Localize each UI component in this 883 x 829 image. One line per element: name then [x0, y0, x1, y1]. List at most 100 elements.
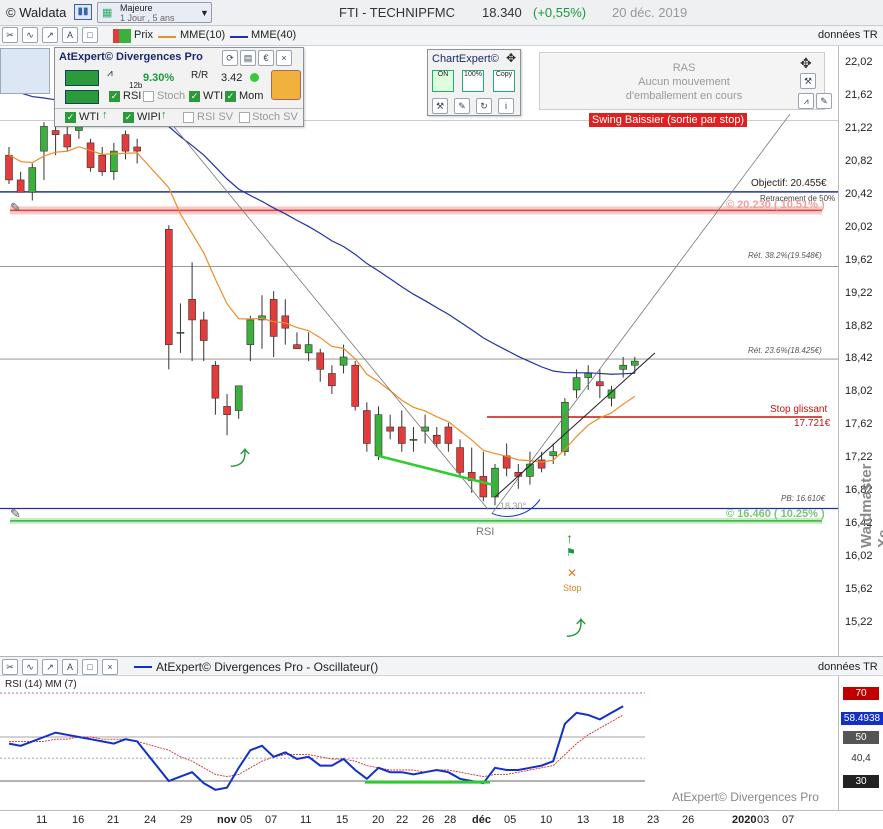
- info-icon[interactable]: i: [498, 98, 514, 114]
- stoch-check[interactable]: [143, 91, 154, 102]
- candle-body: [549, 451, 558, 457]
- on-button[interactable]: ON: [432, 70, 454, 92]
- pen-icon[interactable]: ✎: [10, 200, 21, 216]
- refresh-icon[interactable]: ⟳: [222, 50, 238, 66]
- price-tick: 17,62: [845, 418, 873, 431]
- prix-label: Prix: [134, 29, 153, 41]
- hammer-icon[interactable]: ⚒: [800, 73, 816, 89]
- edit-icon[interactable]: ✎: [816, 93, 832, 109]
- candle: [258, 295, 266, 349]
- candle-body: [619, 364, 627, 370]
- zigzag-icon-2[interactable]: ∿: [22, 659, 38, 675]
- copy-button[interactable]: Copy: [493, 70, 515, 92]
- move-icon[interactable]: ✥: [506, 51, 516, 65]
- trend-icon[interactable]: ↗: [42, 27, 58, 43]
- mom-check[interactable]: ✓: [225, 91, 236, 102]
- price-tick: 21,22: [845, 121, 873, 134]
- candle-icon[interactable]: [113, 29, 131, 43]
- candle-body: [479, 476, 488, 498]
- candle-body: [269, 299, 278, 337]
- period-title: Majeure: [120, 3, 153, 13]
- price: 18.340: [482, 5, 522, 20]
- text-icon-2[interactable]: A: [62, 659, 78, 675]
- pct-button[interactable]: 100%: [462, 70, 484, 92]
- rsi-marker: RSI: [476, 526, 495, 538]
- cycle-icon[interactable]: ↻: [476, 98, 492, 114]
- book-icon[interactable]: ▮▮: [74, 4, 92, 20]
- date-tick: 16: [72, 814, 85, 826]
- candle-body: [98, 154, 106, 173]
- candle: [607, 385, 616, 407]
- candle: [397, 410, 406, 452]
- rsisv-check[interactable]: [183, 112, 194, 123]
- candle: [363, 402, 371, 452]
- wave2-icon[interactable]: [65, 90, 99, 104]
- wrench-icon[interactable]: ⚒: [432, 98, 448, 114]
- channel-line: [494, 352, 656, 498]
- rsi-level-tag: 30: [843, 775, 879, 788]
- wipi-check[interactable]: ✓: [123, 112, 134, 123]
- candle-body: [456, 447, 464, 473]
- candle-body: [5, 154, 13, 181]
- tools-icon-2[interactable]: ✂: [2, 659, 18, 675]
- window-icon[interactable]: □: [82, 27, 98, 43]
- turn-arrow-icon: ⤴: [230, 448, 250, 470]
- price-tick: 18,02: [845, 385, 873, 398]
- date-tick: 05: [240, 814, 253, 826]
- chart-mini-icon[interactable]: ⩘: [798, 93, 814, 109]
- mme40-swatch: [230, 36, 248, 38]
- price-tick: 15,22: [845, 616, 873, 628]
- candle-body: [374, 414, 383, 457]
- date-tick: nov: [217, 814, 237, 826]
- candle: [223, 394, 231, 436]
- move-icon-2[interactable]: ✥: [800, 55, 812, 72]
- candle: [176, 303, 185, 353]
- bars-icon: ⩘: [107, 68, 113, 79]
- candle-body: [351, 364, 360, 407]
- chevron-down-icon[interactable]: ▼: [200, 8, 209, 18]
- candle: [479, 451, 488, 502]
- watermark: Waldmaster Xe: [858, 463, 883, 548]
- candle-body: [293, 344, 301, 350]
- close-icon[interactable]: ×: [276, 50, 292, 66]
- trend-icon-2[interactable]: ↗: [42, 659, 58, 675]
- candle-body: [16, 179, 25, 193]
- feather-icon[interactable]: [0, 48, 50, 94]
- osc-donnees: données TR: [818, 661, 878, 673]
- stop-value: 17.721€: [794, 418, 831, 429]
- wave-icon[interactable]: [65, 70, 99, 86]
- osc-swatch: [134, 666, 152, 668]
- candle: [165, 225, 173, 370]
- price-tick: 15,62: [845, 583, 873, 596]
- chartexpert-panel: ChartExpert© ✥ ON 100% Copy ⚒ ✎ ↻ i: [427, 49, 521, 116]
- pen-icon-2[interactable]: ✎: [10, 506, 21, 522]
- chartexpert-title: ChartExpert©: [432, 53, 499, 65]
- print-icon[interactable]: ▤: [240, 50, 256, 66]
- candle: [351, 361, 360, 411]
- wti2-check[interactable]: ✓: [65, 112, 76, 123]
- candle-body: [28, 167, 37, 193]
- price-tick: 17,22: [845, 451, 873, 464]
- date-tick: 29: [180, 814, 193, 826]
- stochsv-check[interactable]: [239, 112, 250, 123]
- period-selector[interactable]: Majeure 1 Jour , 5 ans ▦ ▼: [97, 2, 212, 23]
- resist-label: © 20.230 ( 10.51% ): [726, 199, 825, 211]
- close-icon-2[interactable]: ×: [102, 659, 118, 675]
- price-tick: 21,62: [845, 88, 873, 101]
- signal-icon: ⚑: [566, 547, 576, 559]
- candle-body: [596, 381, 604, 387]
- rsi-check[interactable]: ✓: [109, 91, 120, 102]
- price-chart[interactable]: [0, 46, 838, 656]
- turn-arrow-icon-2: ⤴: [566, 618, 586, 640]
- candle: [16, 171, 25, 193]
- window-icon-2[interactable]: □: [82, 659, 98, 675]
- osc-toolbar: ✂ ∿ ↗ A □ × AtExpert© Divergences Pro - …: [0, 656, 883, 676]
- text-icon[interactable]: A: [62, 27, 78, 43]
- bell-icon[interactable]: [271, 70, 301, 100]
- euro-icon[interactable]: €: [258, 50, 274, 66]
- atexpert-title: AtExpert© Divergences Pro: [59, 51, 203, 63]
- pencil-icon[interactable]: ✎: [454, 98, 470, 114]
- zigzag-icon[interactable]: ∿: [22, 27, 38, 43]
- wti-check[interactable]: ✓: [189, 91, 200, 102]
- tools-icon[interactable]: ✂: [2, 27, 18, 43]
